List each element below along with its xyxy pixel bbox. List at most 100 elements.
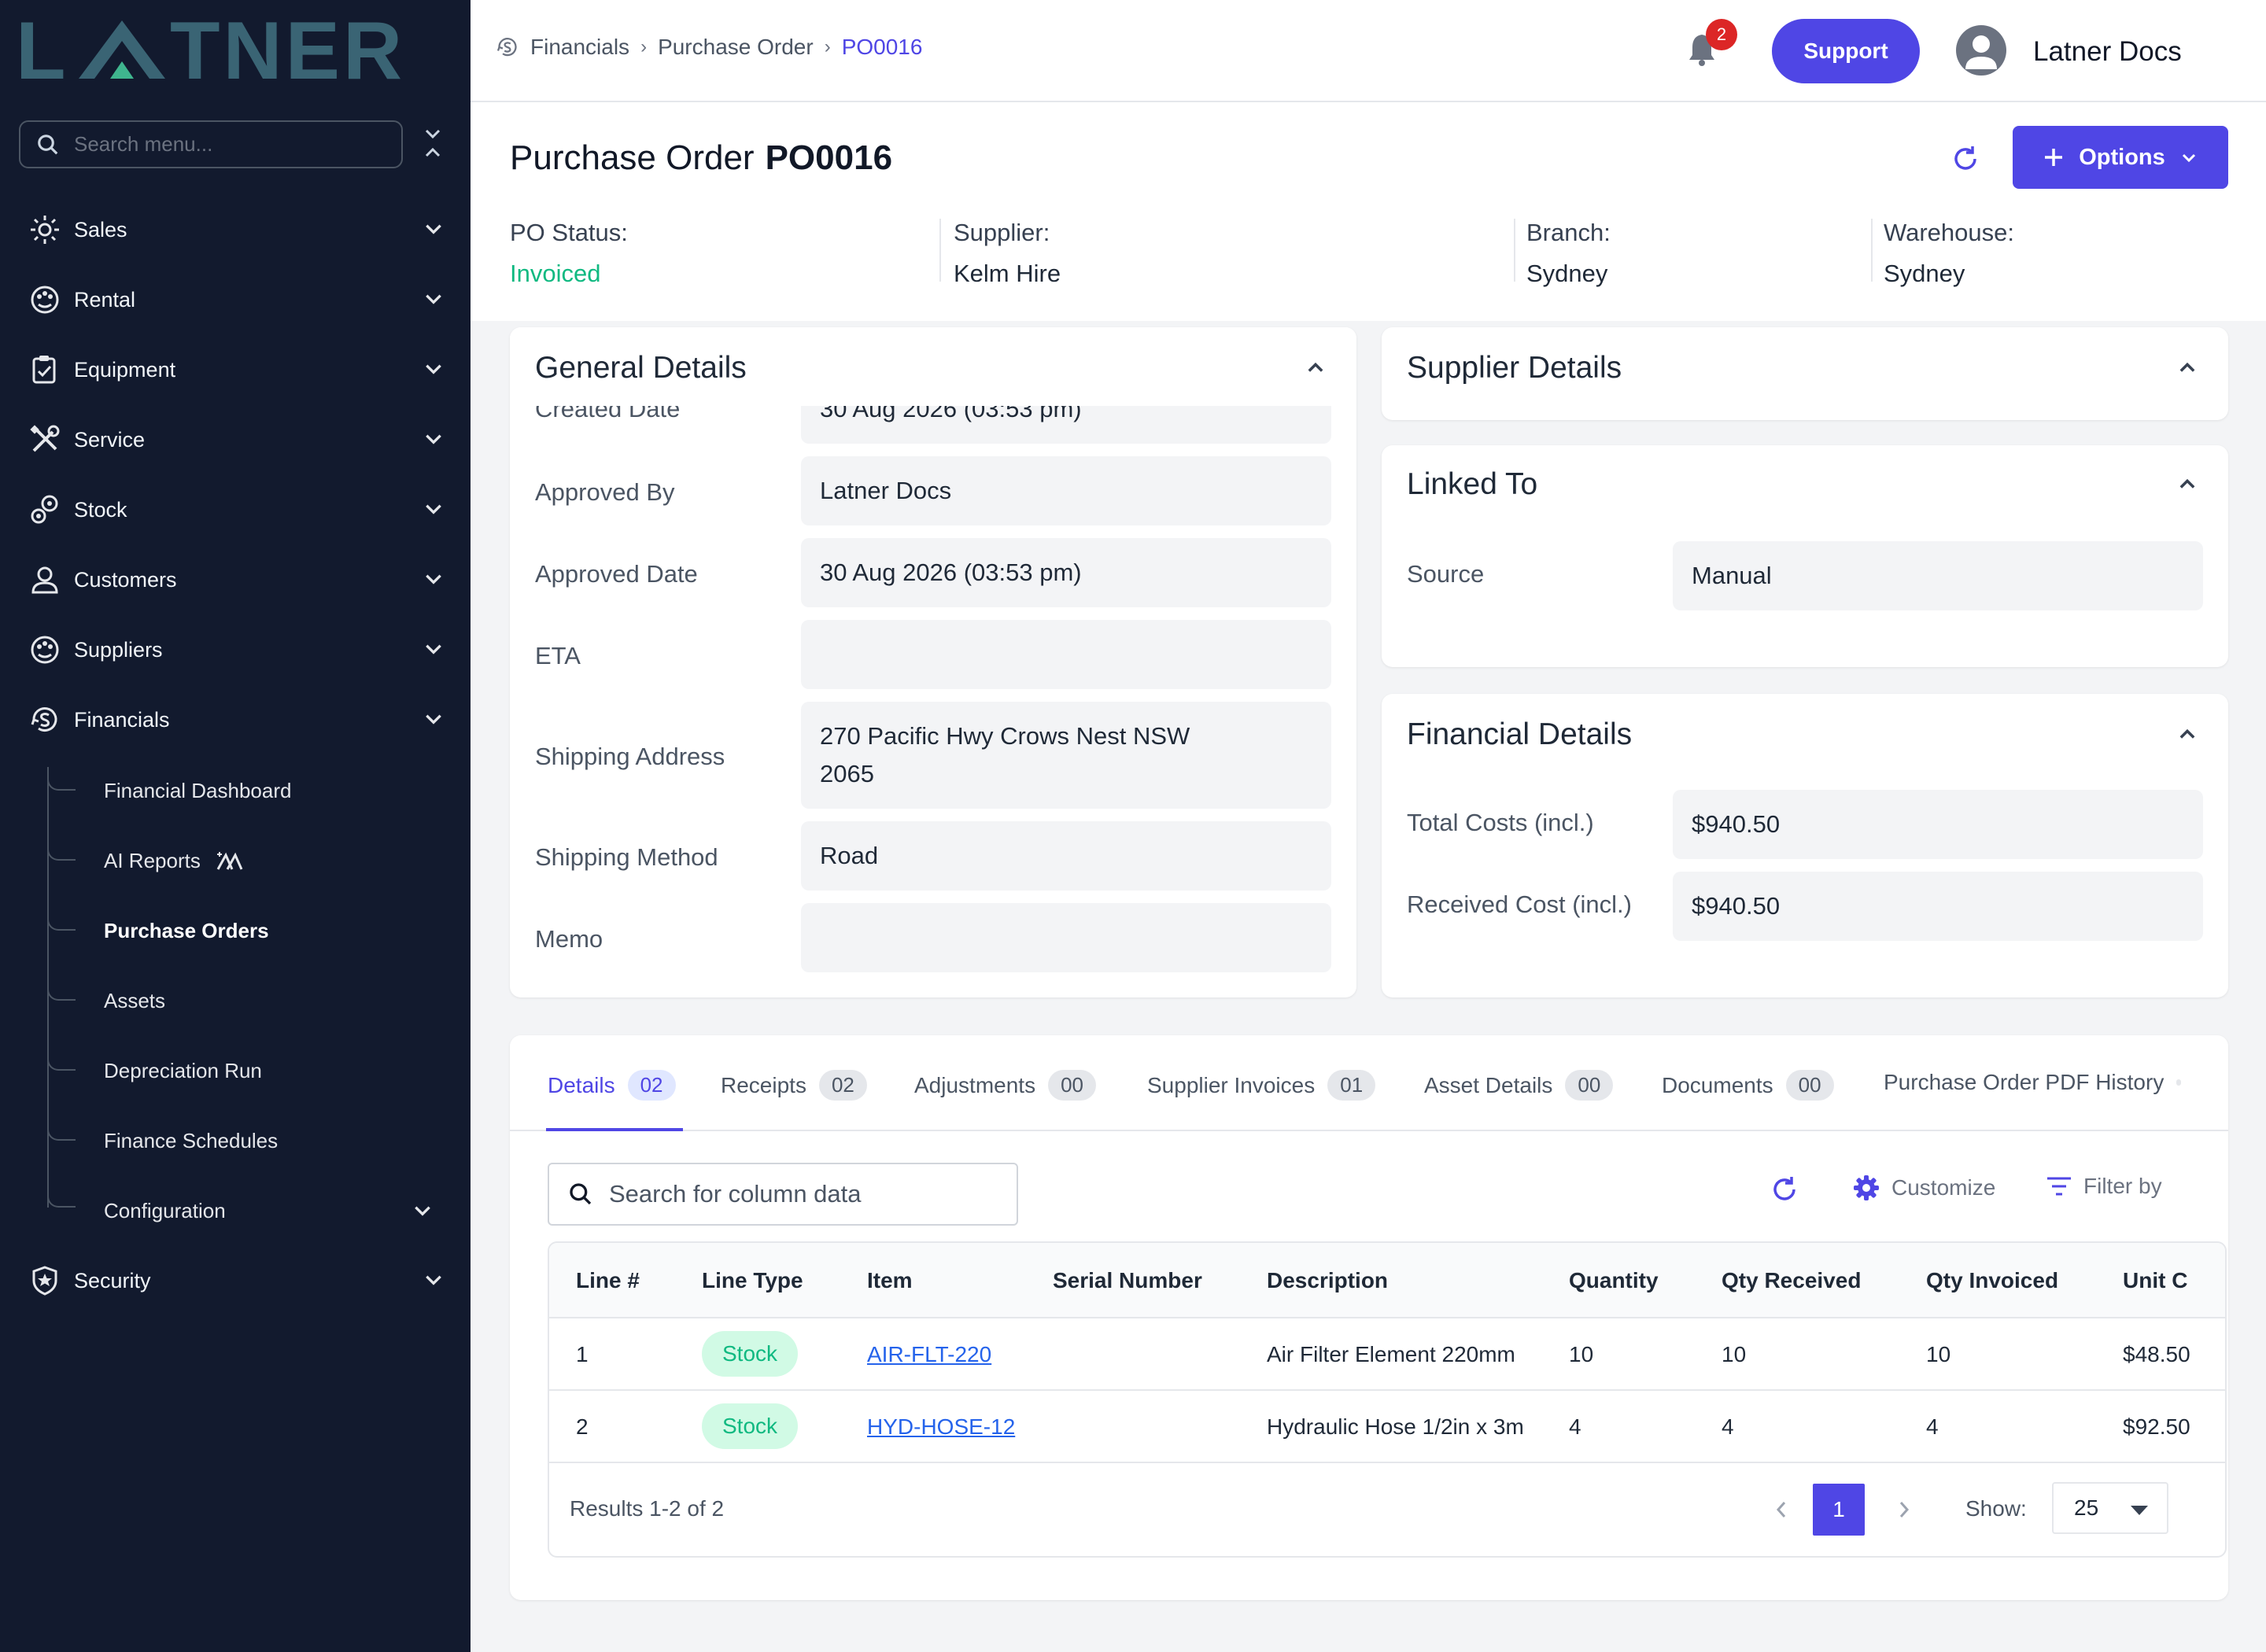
tab-supplier-invoices[interactable]: Supplier Invoices 01 bbox=[1147, 1070, 1376, 1101]
sidebar-item-security[interactable]: Security bbox=[0, 1249, 471, 1312]
cell-qty-received: 4 bbox=[1722, 1414, 1734, 1439]
tab-asset-details[interactable]: Asset Details 00 bbox=[1424, 1070, 1614, 1101]
column-header[interactable]: Qty Received bbox=[1722, 1268, 1861, 1293]
column-header[interactable]: Line Type bbox=[702, 1268, 803, 1293]
sidebar-item-stock[interactable]: Stock bbox=[0, 478, 471, 541]
cell-line: 1 bbox=[576, 1342, 589, 1366]
page-title-prefix: Purchase Order bbox=[510, 138, 755, 177]
column-header[interactable]: Description bbox=[1267, 1268, 1388, 1293]
tab-count-badge: 00 bbox=[1785, 1070, 1834, 1101]
column-header[interactable]: Quantity bbox=[1569, 1268, 1659, 1293]
search-icon bbox=[570, 1183, 592, 1205]
general-details-scroll[interactable]: Created Date 30 Aug 2026 (03:53 pm) Appr… bbox=[510, 406, 1356, 997]
subitem-label: Configuration bbox=[104, 1198, 226, 1222]
sidebar-item-equipment[interactable]: Equipment bbox=[0, 338, 471, 401]
page-size-select[interactable]: 25 bbox=[2052, 1482, 2168, 1534]
sidebar-subitem-financial-dashboard[interactable]: Financial Dashboard bbox=[0, 763, 471, 818]
sidebar-item-suppliers[interactable]: Suppliers bbox=[0, 618, 471, 681]
branch-value: Sydney bbox=[1526, 260, 1608, 287]
table-footer: Results 1-2 of 2 1 Show: 25 bbox=[549, 1465, 2225, 1556]
sidebar-subitem-finance-schedules[interactable]: Finance Schedules bbox=[0, 1113, 471, 1168]
chevron-up-icon[interactable] bbox=[2176, 724, 2198, 750]
security-shield-icon bbox=[28, 1264, 61, 1297]
suppliers-icon bbox=[28, 633, 61, 666]
approved-by-value: Latner Docs bbox=[801, 456, 1331, 525]
tab-label: Details bbox=[548, 1072, 615, 1097]
chevron-down-icon bbox=[423, 359, 444, 385]
page-title: Purchase Order PO0016 bbox=[510, 138, 892, 178]
sidebar-search-input[interactable]: Search menu... bbox=[19, 120, 403, 168]
collapse-sidebar-icon[interactable] bbox=[421, 126, 445, 164]
sidebar-subitem-purchase-orders[interactable]: Purchase Orders bbox=[0, 903, 471, 958]
table-row[interactable]: 1 Stock AIR-FLT-220 Air Filter Element 2… bbox=[549, 1318, 2225, 1391]
table-row[interactable]: 2 Stock HYD-HOSE-12 Hydraulic Hose 1/2in… bbox=[549, 1391, 2225, 1463]
received-cost-value: $940.50 bbox=[1673, 872, 2203, 941]
support-button[interactable]: Support bbox=[1772, 19, 1920, 83]
sidebar-subitem-assets[interactable]: Assets bbox=[0, 973, 471, 1028]
sidebar-item-service[interactable]: Service bbox=[0, 408, 471, 471]
chevron-up-icon[interactable] bbox=[2176, 357, 2198, 383]
supplier-label: Supplier: bbox=[954, 219, 1050, 246]
sidebar-item-rental[interactable]: Rental bbox=[0, 268, 471, 331]
options-button[interactable]: Options bbox=[2013, 126, 2228, 189]
sidebar-subitem-ai-reports[interactable]: AI Reports bbox=[0, 833, 471, 888]
breadcrumb-financials[interactable]: Financials bbox=[530, 35, 629, 60]
page-button[interactable]: 1 bbox=[1813, 1484, 1865, 1536]
sidebar-item-financials[interactable]: Financials bbox=[0, 688, 471, 751]
table-search-input[interactable]: Search for column data bbox=[548, 1163, 1018, 1226]
column-header[interactable]: Serial Number bbox=[1053, 1268, 1202, 1293]
eta-field[interactable] bbox=[801, 620, 1331, 689]
previous-page-icon[interactable] bbox=[1773, 1498, 1789, 1525]
memo-label: Memo bbox=[535, 925, 603, 953]
subitem-label: Purchase Orders bbox=[104, 918, 269, 942]
item-link[interactable]: HYD-HOSE-12 bbox=[867, 1414, 1015, 1440]
supplier-details-card[interactable]: Supplier Details bbox=[1382, 327, 2228, 420]
search-icon bbox=[38, 134, 58, 154]
sidebar-item-sales[interactable]: Sales bbox=[0, 198, 471, 261]
item-link[interactable]: AIR-FLT-220 bbox=[867, 1342, 991, 1367]
warehouse-value: Sydney bbox=[1884, 260, 1965, 287]
avatar[interactable] bbox=[1956, 25, 2006, 76]
tab-label: Supplier Invoices bbox=[1147, 1072, 1316, 1097]
tab-purchase-order-pdf-history[interactable]: Purchase Order PDF History bbox=[1884, 1070, 2182, 1095]
chevron-up-icon[interactable] bbox=[1305, 357, 1327, 383]
memo-field[interactable] bbox=[801, 903, 1331, 972]
filter-by-button[interactable]: Filter by bbox=[2046, 1174, 2162, 1199]
tab-receipts[interactable]: Receipts 02 bbox=[721, 1070, 867, 1101]
approved-by-label: Approved By bbox=[535, 478, 675, 506]
next-page-icon[interactable] bbox=[1896, 1498, 1912, 1525]
tab-documents[interactable]: Documents 00 bbox=[1662, 1070, 1834, 1101]
customize-button[interactable]: Customize bbox=[1852, 1174, 1995, 1202]
latner-logo[interactable]: L TNER bbox=[16, 14, 441, 85]
gear-icon bbox=[1854, 1175, 1879, 1200]
column-header[interactable]: Qty Invoiced bbox=[1926, 1268, 2058, 1293]
tab-bar: Details 02 Receipts 02 Adjustments 00 Suppl… bbox=[510, 1035, 2228, 1131]
refresh-icon[interactable] bbox=[1950, 143, 1981, 179]
po-number: PO0016 bbox=[765, 138, 893, 177]
tab-details[interactable]: Details 02 bbox=[548, 1070, 676, 1101]
tab-count-badge: 01 bbox=[1327, 1070, 1376, 1101]
column-header[interactable]: Line # bbox=[576, 1268, 640, 1293]
shipping-address-label: Shipping Address bbox=[535, 743, 725, 770]
sidebar-subitem-depreciation-run[interactable]: Depreciation Run bbox=[0, 1043, 471, 1098]
subitem-label: AI Reports bbox=[104, 848, 201, 872]
chevron-up-icon[interactable] bbox=[2176, 474, 2198, 500]
general-details-header[interactable]: General Details bbox=[510, 327, 1356, 406]
tab-adjustments[interactable]: Adjustments 00 bbox=[914, 1070, 1096, 1101]
sidebar-item-label: Equipment bbox=[74, 357, 176, 382]
total-costs-label: Total Costs (incl.) bbox=[1407, 809, 1594, 836]
tab-count-badge bbox=[2176, 1079, 2182, 1086]
sidebar-subitem-configuration[interactable]: Configuration bbox=[0, 1183, 471, 1238]
table-refresh-icon[interactable] bbox=[1769, 1174, 1800, 1205]
user-name[interactable]: Latner Docs bbox=[2033, 36, 2182, 68]
column-header[interactable]: Unit C bbox=[2123, 1268, 2187, 1293]
sidebar-item-label: Sales bbox=[74, 217, 127, 242]
cell-qty-invoiced: 10 bbox=[1926, 1342, 1951, 1366]
sidebar-item-customers[interactable]: Customers bbox=[0, 548, 471, 611]
active-tab-indicator bbox=[546, 1128, 683, 1131]
column-header[interactable]: Item bbox=[867, 1268, 913, 1293]
page-size-value: 25 bbox=[2074, 1495, 2099, 1520]
breadcrumb-purchase-order[interactable]: Purchase Order bbox=[658, 35, 814, 60]
sidebar-item-label: Security bbox=[74, 1268, 151, 1292]
subitem-label: Financial Dashboard bbox=[104, 778, 292, 802]
